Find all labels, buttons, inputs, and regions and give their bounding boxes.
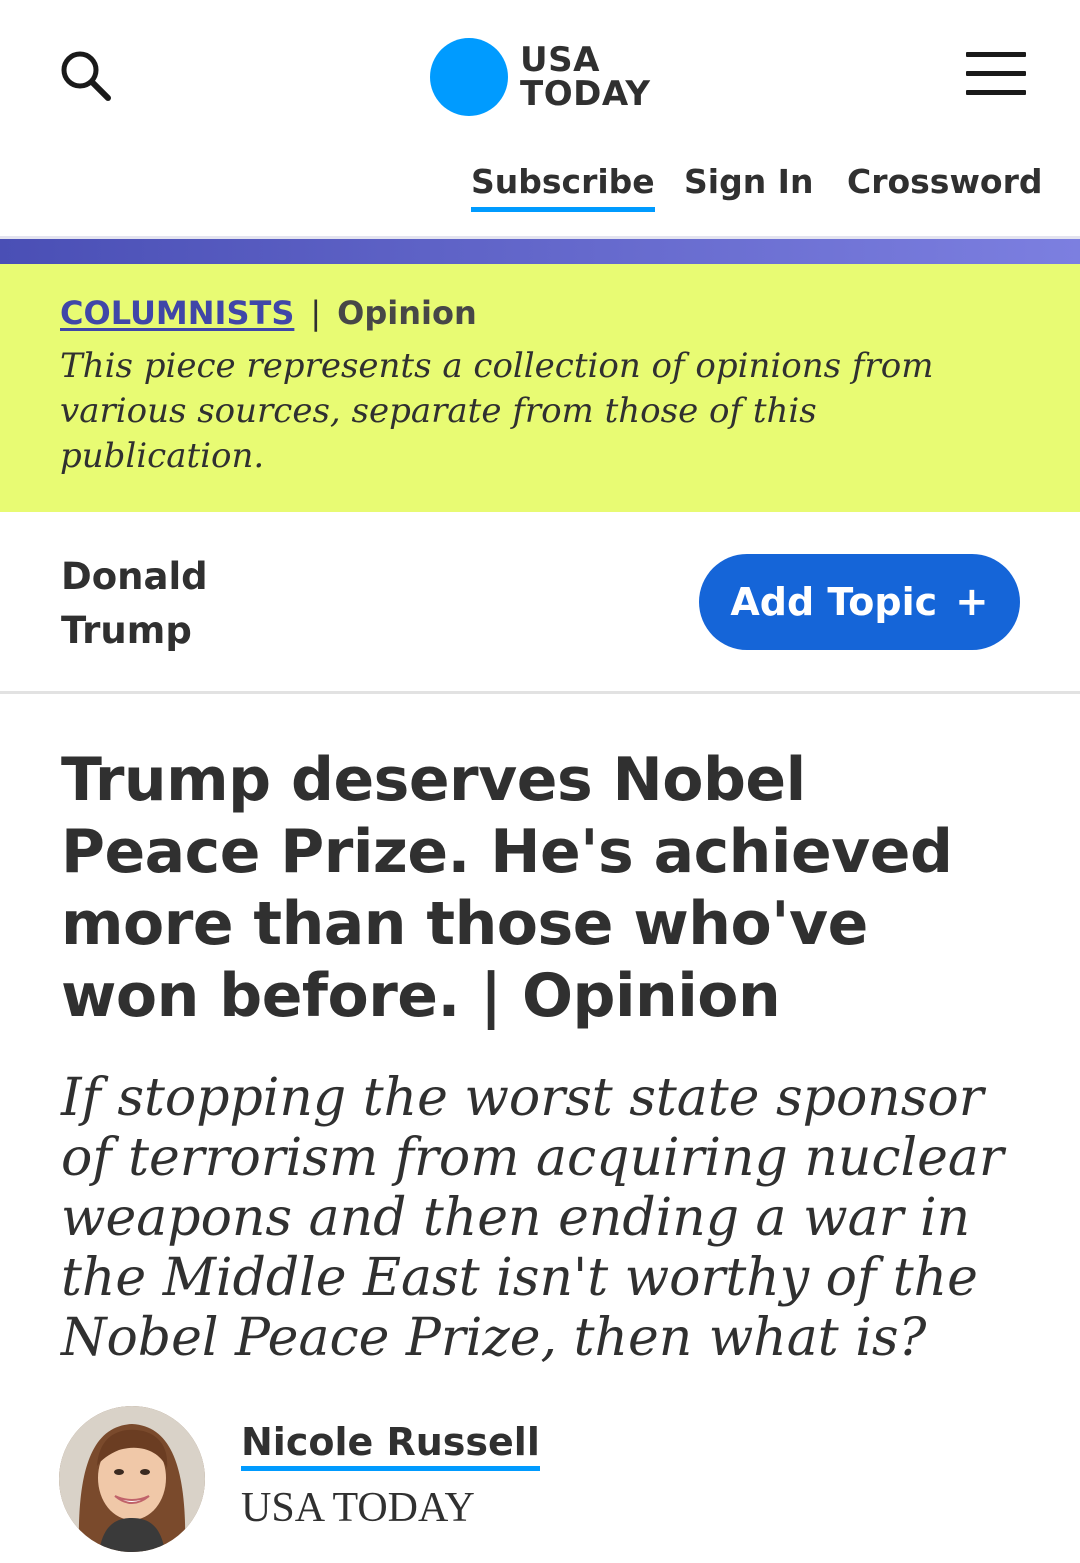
topic-row: Donald Trump Add Topic + bbox=[0, 512, 1080, 694]
site-header: USA TODAY Subscribe Sign In Crossword bbox=[0, 0, 1080, 236]
columnists-link[interactable]: COLUMNISTS bbox=[60, 294, 294, 332]
add-topic-label: Add Topic bbox=[730, 580, 938, 624]
author-organization: USA TODAY bbox=[241, 1485, 475, 1531]
logo-dot bbox=[430, 38, 508, 116]
opinion-banner: COLUMNISTS | Opinion This piece represen… bbox=[0, 264, 1080, 512]
section-accent-bar bbox=[0, 236, 1080, 264]
topic-name: Donald Trump bbox=[61, 555, 208, 652]
crossword-link[interactable]: Crossword bbox=[847, 162, 1043, 212]
author-avatar[interactable] bbox=[59, 1406, 205, 1552]
search-icon[interactable] bbox=[56, 46, 116, 106]
add-topic-button[interactable]: Add Topic + bbox=[699, 554, 1020, 650]
opinion-disclaimer: This piece represents a collection of op… bbox=[60, 346, 934, 476]
sign-in-link[interactable]: Sign In bbox=[684, 162, 813, 212]
logo-text: USA TODAY bbox=[520, 40, 651, 114]
article-subheadline: If stopping the worst state sponsor of t… bbox=[61, 1068, 1004, 1368]
separator: | bbox=[310, 294, 322, 332]
banner-label-row: COLUMNISTS | Opinion bbox=[60, 294, 1020, 332]
author-name-link[interactable]: Nicole Russell bbox=[241, 1420, 540, 1471]
subscribe-link[interactable]: Subscribe bbox=[471, 162, 655, 212]
hamburger-menu-icon[interactable] bbox=[966, 52, 1026, 98]
plus-icon: + bbox=[955, 579, 989, 625]
article-headline: Trump deserves Nobel Peace Prize. He's a… bbox=[61, 745, 953, 1031]
usa-today-logo[interactable]: USA TODAY bbox=[430, 38, 651, 116]
opinion-label: Opinion bbox=[337, 294, 477, 332]
